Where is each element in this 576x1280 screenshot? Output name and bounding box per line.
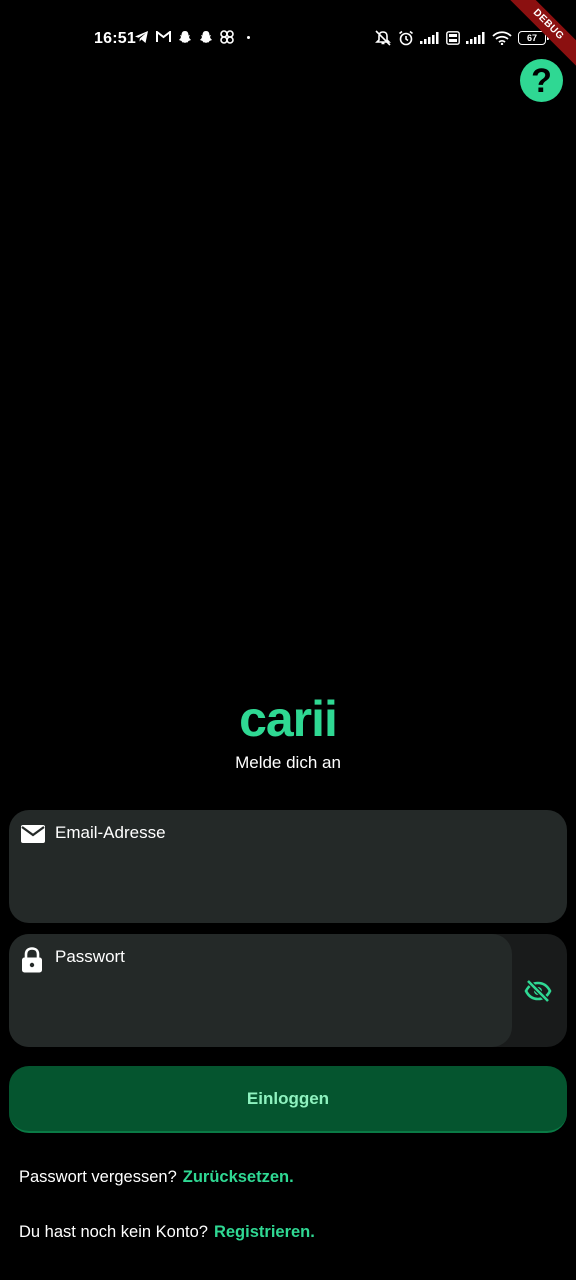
notification-icons [135, 30, 250, 44]
telegram-icon [135, 31, 148, 43]
alarm-icon [399, 30, 413, 46]
snapchat-icon [179, 31, 191, 43]
gmail-icon [156, 31, 171, 42]
mail-icon [21, 825, 45, 843]
register-link[interactable]: Registrieren. [214, 1223, 315, 1241]
password-field-label: Passwort [55, 947, 125, 966]
pinwheel-icon [220, 30, 234, 44]
email-field[interactable]: Email-Adresse [9, 810, 567, 923]
login-subtitle: Melde dich an [235, 753, 341, 772]
no-account-text: Du hast noch kein Konto? [19, 1223, 208, 1241]
more-notifications-dot [247, 35, 250, 39]
battery-icon: 67 [518, 31, 549, 45]
volte-icon [446, 31, 460, 45]
register-row: Du hast noch kein Konto? Registrieren. [19, 1223, 315, 1242]
signal-icon [420, 32, 439, 44]
status-time: 16:51 [94, 30, 136, 47]
help-icon: ? [531, 61, 552, 100]
login-button[interactable]: Einloggen [9, 1066, 567, 1133]
system-icons: 67 [374, 30, 549, 46]
help-button[interactable]: ? [520, 59, 563, 102]
forgot-password-row: Passwort vergessen? Zurücksetzen. [19, 1168, 294, 1187]
email-field-label: Email-Adresse [55, 823, 166, 842]
snapchat-icon [200, 31, 212, 43]
status-bar: 16:51 67 [0, 0, 576, 78]
signal-icon [466, 32, 485, 44]
notifications-off-icon [375, 30, 391, 46]
app-logo: carii [239, 691, 338, 747]
lock-icon [22, 947, 42, 973]
password-field-container: Passwort [9, 934, 567, 1047]
battery-level: 67 [526, 33, 537, 43]
visibility-off-icon[interactable] [524, 977, 552, 1005]
forgot-password-text: Passwort vergessen? [19, 1168, 177, 1186]
reset-password-link[interactable]: Zurücksetzen. [183, 1168, 294, 1186]
wifi-icon [492, 31, 512, 45]
password-field[interactable]: Passwort [9, 934, 512, 1047]
